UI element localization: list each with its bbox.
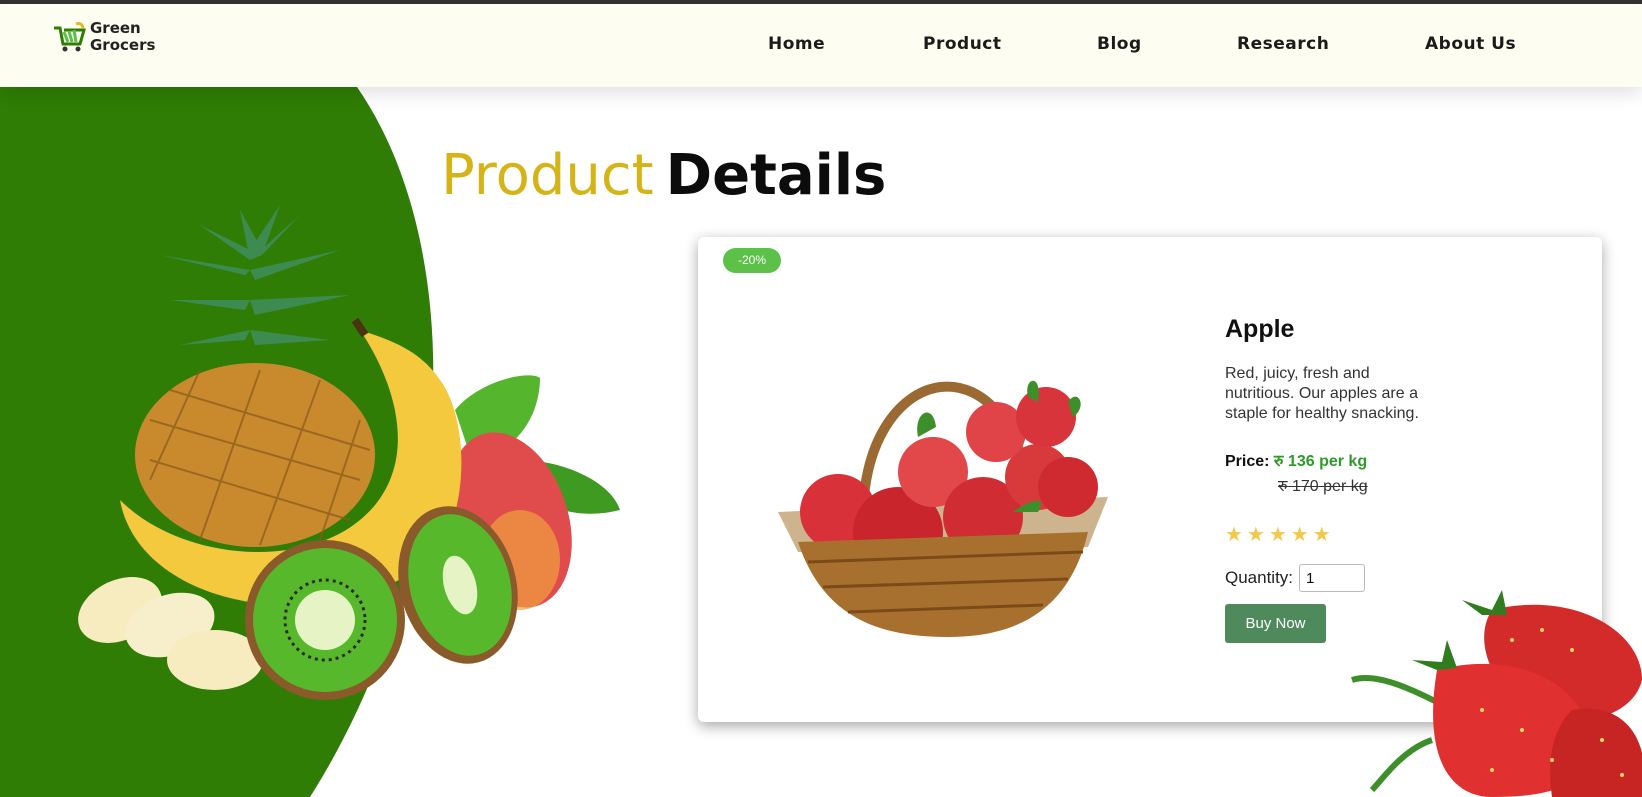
- title-main: Details: [665, 143, 887, 208]
- product-description: Red, juicy, fresh and nutritious. Our ap…: [1225, 365, 1419, 422]
- price-current: रु 136 per kg: [1273, 453, 1368, 470]
- discount-badge: -20%: [723, 248, 781, 273]
- price-label: Price:: [1225, 453, 1270, 470]
- price-row: Price: रु 136 per kg रु 170 per kg: [1225, 449, 1525, 496]
- fruit-collage-image: [78, 205, 620, 700]
- quantity-row: Quantity:: [1225, 564, 1525, 592]
- pineapple-crown-icon: [160, 205, 350, 345]
- product-page: Green Grocers Home Product Blog Research…: [0, 0, 1642, 797]
- nav-about-us[interactable]: About Us: [1425, 34, 1516, 54]
- kiwi-icon: [245, 540, 405, 700]
- quantity-label: Quantity:: [1225, 568, 1294, 587]
- quantity-input[interactable]: [1299, 564, 1366, 592]
- strawberry-icon: [1433, 604, 1642, 797]
- nav-blog[interactable]: Blog: [1097, 34, 1142, 54]
- main-nav: Home Product Blog Research About Us: [0, 34, 1642, 64]
- price-original: रु 170 per kg: [1278, 478, 1368, 495]
- product-name: Apple: [1225, 315, 1295, 343]
- nav-home[interactable]: Home: [768, 34, 825, 54]
- page-title: Product Details: [441, 143, 886, 208]
- nav-research[interactable]: Research: [1237, 34, 1329, 54]
- nav-product[interactable]: Product: [923, 34, 1002, 54]
- strawberries-image: [1351, 590, 1642, 797]
- site-header: Green Grocers Home Product Blog Research…: [0, 4, 1642, 87]
- apple-basket-image: [778, 380, 1108, 637]
- buy-now-button[interactable]: Buy Now: [1225, 604, 1326, 643]
- rating-stars: ★★★★★: [1225, 524, 1335, 546]
- title-accent: Product: [441, 143, 654, 208]
